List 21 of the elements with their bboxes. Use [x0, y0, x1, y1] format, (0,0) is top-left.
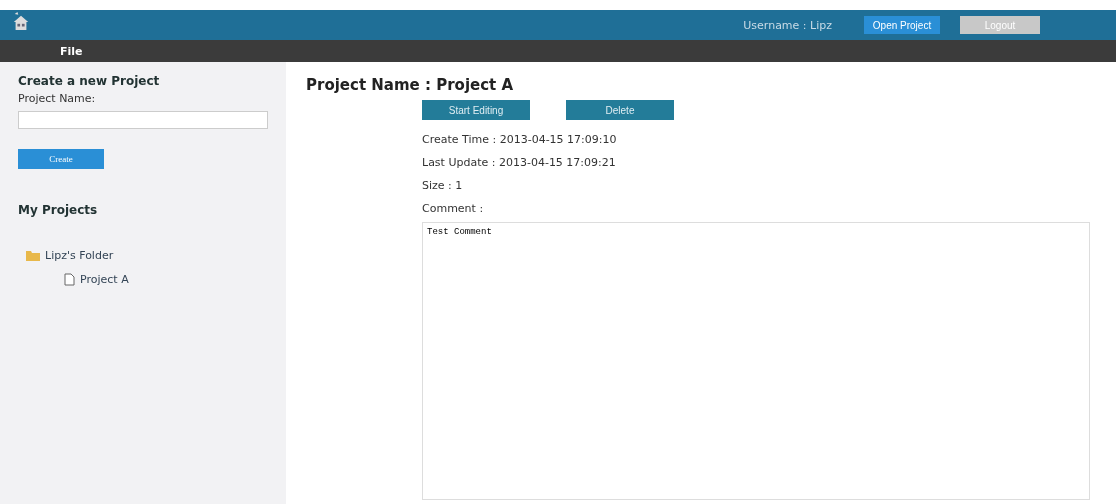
create-button[interactable]: Create: [18, 149, 104, 169]
open-project-button[interactable]: Open Project: [864, 16, 940, 34]
section-title: Create a new Project: [18, 74, 160, 88]
project-name-field[interactable]: [18, 111, 268, 129]
menu-item[interactable]: File: [60, 44, 83, 58]
info-text: Last Update : 2013-04-15 17:09:21: [422, 155, 617, 171]
house-icon[interactable]: [12, 12, 30, 32]
info-text: Create Time : 2013-04-15 17:09:10: [422, 132, 618, 148]
tree-item[interactable]: Lipz's Folder: [45, 248, 114, 262]
folder-icon: [26, 249, 40, 261]
project-title: Project Name : Project A: [306, 76, 515, 94]
start-editing-button[interactable]: Start Editing: [422, 100, 530, 120]
tree-item[interactable]: Project A: [80, 272, 129, 286]
delete-button[interactable]: Delete: [566, 100, 674, 120]
section-title: My Projects: [18, 203, 98, 217]
info-text: Comment :: [422, 201, 485, 217]
username-label: Username : Lipz: [743, 18, 832, 32]
info-text: Size : 1: [422, 178, 464, 194]
comment-field[interactable]: Test Comment: [422, 222, 1090, 500]
document-icon: [64, 272, 75, 286]
field-label: Project Name:: [18, 92, 96, 105]
